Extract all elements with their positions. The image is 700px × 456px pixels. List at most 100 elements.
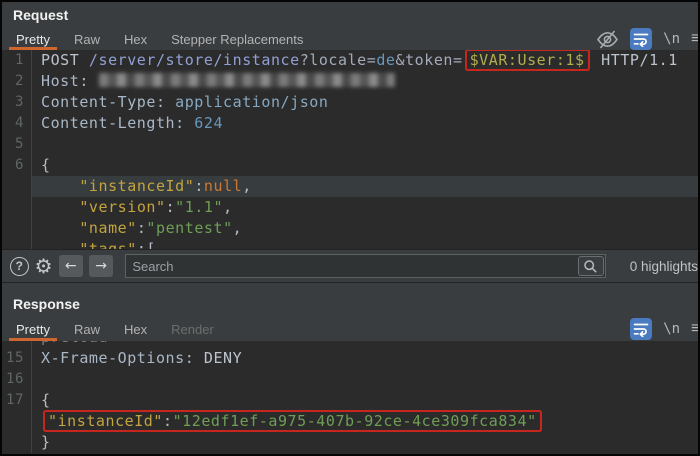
- editor-menu-button[interactable]: ≡: [691, 320, 700, 338]
- highlight-red-box: $VAR:User:1$: [467, 51, 588, 69]
- code-token: :: [137, 219, 147, 237]
- code-token: "1.1": [175, 198, 223, 216]
- line-number: 3: [2, 92, 32, 113]
- code-token: /server/store/instance: [89, 51, 300, 69]
- code-text: [32, 134, 698, 155]
- tab-hex[interactable]: Hex: [116, 317, 155, 341]
- code-token: "version": [79, 198, 165, 216]
- word-wrap-toggle-button[interactable]: [630, 318, 652, 340]
- code-text: "instanceId":"12edf1ef-a975-407b-92ce-4c…: [32, 411, 698, 432]
- response-editor[interactable]: preload 15X-Frame-Options: DENY1617{"inst…: [2, 341, 698, 454]
- code-text: "tags":[: [32, 239, 698, 249]
- code-token: application/json: [175, 93, 328, 111]
- word-wrap-toggle-button[interactable]: [630, 28, 652, 50]
- tab-stepper-replacements[interactable]: Stepper Replacements: [163, 28, 311, 50]
- code-text: "version":"1.1",: [32, 197, 698, 218]
- code-token: ,: [233, 219, 243, 237]
- response-tabs: Pretty Raw Hex Render \n ≡: [2, 317, 698, 341]
- code-line[interactable]: "instanceId":"12edf1ef-a975-407b-92ce-4c…: [2, 411, 698, 432]
- code-token: "name": [79, 219, 137, 237]
- next-match-button[interactable]: →: [89, 255, 113, 277]
- code-token: Host:: [41, 72, 99, 90]
- code-line[interactable]: 15X-Frame-Options: DENY: [2, 348, 698, 369]
- search-bar: ? ⚙ ← → 0 highlights: [2, 249, 698, 283]
- code-token: [: [146, 240, 156, 249]
- code-text: X-Frame-Options: DENY: [32, 348, 698, 369]
- code-line[interactable]: "instanceId":null,: [2, 176, 698, 197]
- tab-pretty[interactable]: Pretty: [8, 317, 58, 341]
- line-number: 6: [2, 155, 32, 176]
- code-token: [41, 198, 79, 216]
- line-number: [2, 218, 32, 239]
- visibility-toggle-button[interactable]: [596, 29, 619, 50]
- newline-toggle-button[interactable]: \n: [663, 31, 680, 47]
- line-number: 5: [2, 134, 32, 155]
- code-token: Content-Length:: [41, 114, 194, 132]
- redacted-value: [99, 73, 395, 87]
- previous-match-button[interactable]: ←: [59, 255, 83, 277]
- message-editor-window: Request PrettyRawHexStepper Replacements: [0, 0, 700, 456]
- code-line[interactable]: 16: [2, 369, 698, 390]
- code-text: "name":"pentest",: [32, 218, 698, 239]
- code-token: }: [41, 433, 51, 451]
- tab-raw[interactable]: Raw: [66, 317, 108, 341]
- line-number: [2, 197, 32, 218]
- response-panel: Response Pretty Raw Hex Render \n ≡ preload…: [2, 283, 698, 454]
- code-text: POST /server/store/instance?locale=de&to…: [32, 50, 698, 71]
- code-text: Content-Length: 624: [32, 113, 698, 134]
- code-text: {: [32, 390, 698, 411]
- code-text: Content-Type: application/json: [32, 92, 698, 113]
- search-input[interactable]: [126, 259, 577, 274]
- code-token: :: [194, 177, 204, 195]
- code-line[interactable]: "tags":[: [2, 239, 698, 249]
- code-line[interactable]: 6{: [2, 155, 698, 176]
- line-number: 4: [2, 113, 32, 134]
- code-token: Content-Type:: [41, 93, 175, 111]
- code-token: null: [204, 177, 242, 195]
- code-line[interactable]: 2 Host:: [2, 71, 698, 92]
- code-line[interactable]: preload: [2, 341, 698, 348]
- code-token: "12edf1ef-a975-407b-92ce-4ce309fca834": [173, 412, 537, 430]
- code-token: :: [163, 412, 173, 430]
- code-token: ,: [223, 198, 233, 216]
- search-magnifier-button[interactable]: [578, 256, 604, 276]
- code-line[interactable]: 17{: [2, 390, 698, 411]
- request-toolbar: \n ≡: [596, 28, 698, 50]
- code-token: {: [41, 391, 51, 409]
- request-editor[interactable]: 1POST /server/store/instance?locale=de&t…: [2, 50, 698, 249]
- code-line[interactable]: 3Content-Type: application/json: [2, 92, 698, 113]
- code-text: preload: [32, 341, 698, 348]
- code-line[interactable]: 5: [2, 134, 698, 155]
- code-token: "tags": [79, 240, 137, 249]
- code-text: [32, 369, 698, 390]
- code-token: POST: [41, 51, 89, 69]
- tab-pretty[interactable]: Pretty: [8, 28, 58, 50]
- code-token: [41, 240, 79, 249]
- code-text: "instanceId":null,: [32, 176, 698, 197]
- newline-toggle-button[interactable]: \n: [663, 321, 680, 337]
- code-line[interactable]: 1POST /server/store/instance?locale=de&t…: [2, 50, 698, 71]
- response-panel-title: Response: [2, 283, 698, 317]
- help-button[interactable]: ?: [10, 257, 29, 276]
- request-tabs: Pretty Raw Hex Stepper Replacements: [2, 28, 698, 50]
- tab-render: Render: [163, 317, 222, 341]
- code-text: }: [32, 432, 698, 453]
- search-match-count: 0 highlights: [630, 259, 698, 274]
- tab-raw[interactable]: Raw: [66, 28, 108, 50]
- code-token: 624: [194, 114, 223, 132]
- search-settings-gear-icon[interactable]: ⚙: [35, 256, 53, 276]
- code-token: ?locale=: [300, 51, 377, 69]
- code-line[interactable]: }: [2, 432, 698, 453]
- response-toolbar: \n ≡: [630, 317, 698, 341]
- line-number: 2: [2, 71, 32, 92]
- editor-menu-button[interactable]: ≡: [691, 30, 700, 48]
- code-line[interactable]: "name":"pentest",: [2, 218, 698, 239]
- code-token: preload: [41, 341, 108, 346]
- code-line[interactable]: "version":"1.1",: [2, 197, 698, 218]
- code-line[interactable]: 4Content-Length: 624: [2, 113, 698, 134]
- code-token: HTTP/1.1: [592, 51, 678, 69]
- code-token: [41, 219, 79, 237]
- code-text: {: [32, 155, 698, 176]
- line-number: [2, 239, 32, 249]
- tab-hex[interactable]: Hex: [116, 28, 155, 50]
